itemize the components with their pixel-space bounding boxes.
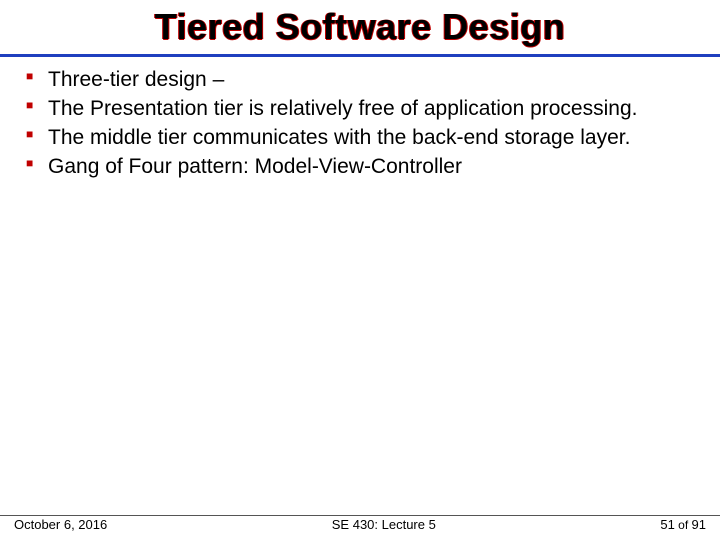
list-item: Gang of Four pattern: Model-View-Control… [24,154,702,181]
content-body: Three-tier design – The Presentation tie… [18,67,702,181]
page-current: 51 [660,517,674,532]
footer: October 6, 2016 SE 430: Lecture 5 51 of … [0,517,720,532]
list-item: Three-tier design – [24,67,702,94]
footer-rule [0,515,720,516]
footer-date: October 6, 2016 [14,517,107,532]
bullet-list: Three-tier design – The Presentation tie… [24,67,702,181]
list-item: The middle tier communicates with the ba… [24,125,702,152]
list-item: The Presentation tier is relatively free… [24,96,702,123]
slide: Tiered Software Design Three-tier design… [0,0,720,540]
title-rule [0,54,720,57]
footer-course: SE 430: Lecture 5 [107,517,660,532]
page-sep: of [675,518,692,532]
page-total: 91 [692,517,706,532]
footer-page: 51 of 91 [660,517,706,532]
page-title: Tiered Software Design [18,0,702,54]
